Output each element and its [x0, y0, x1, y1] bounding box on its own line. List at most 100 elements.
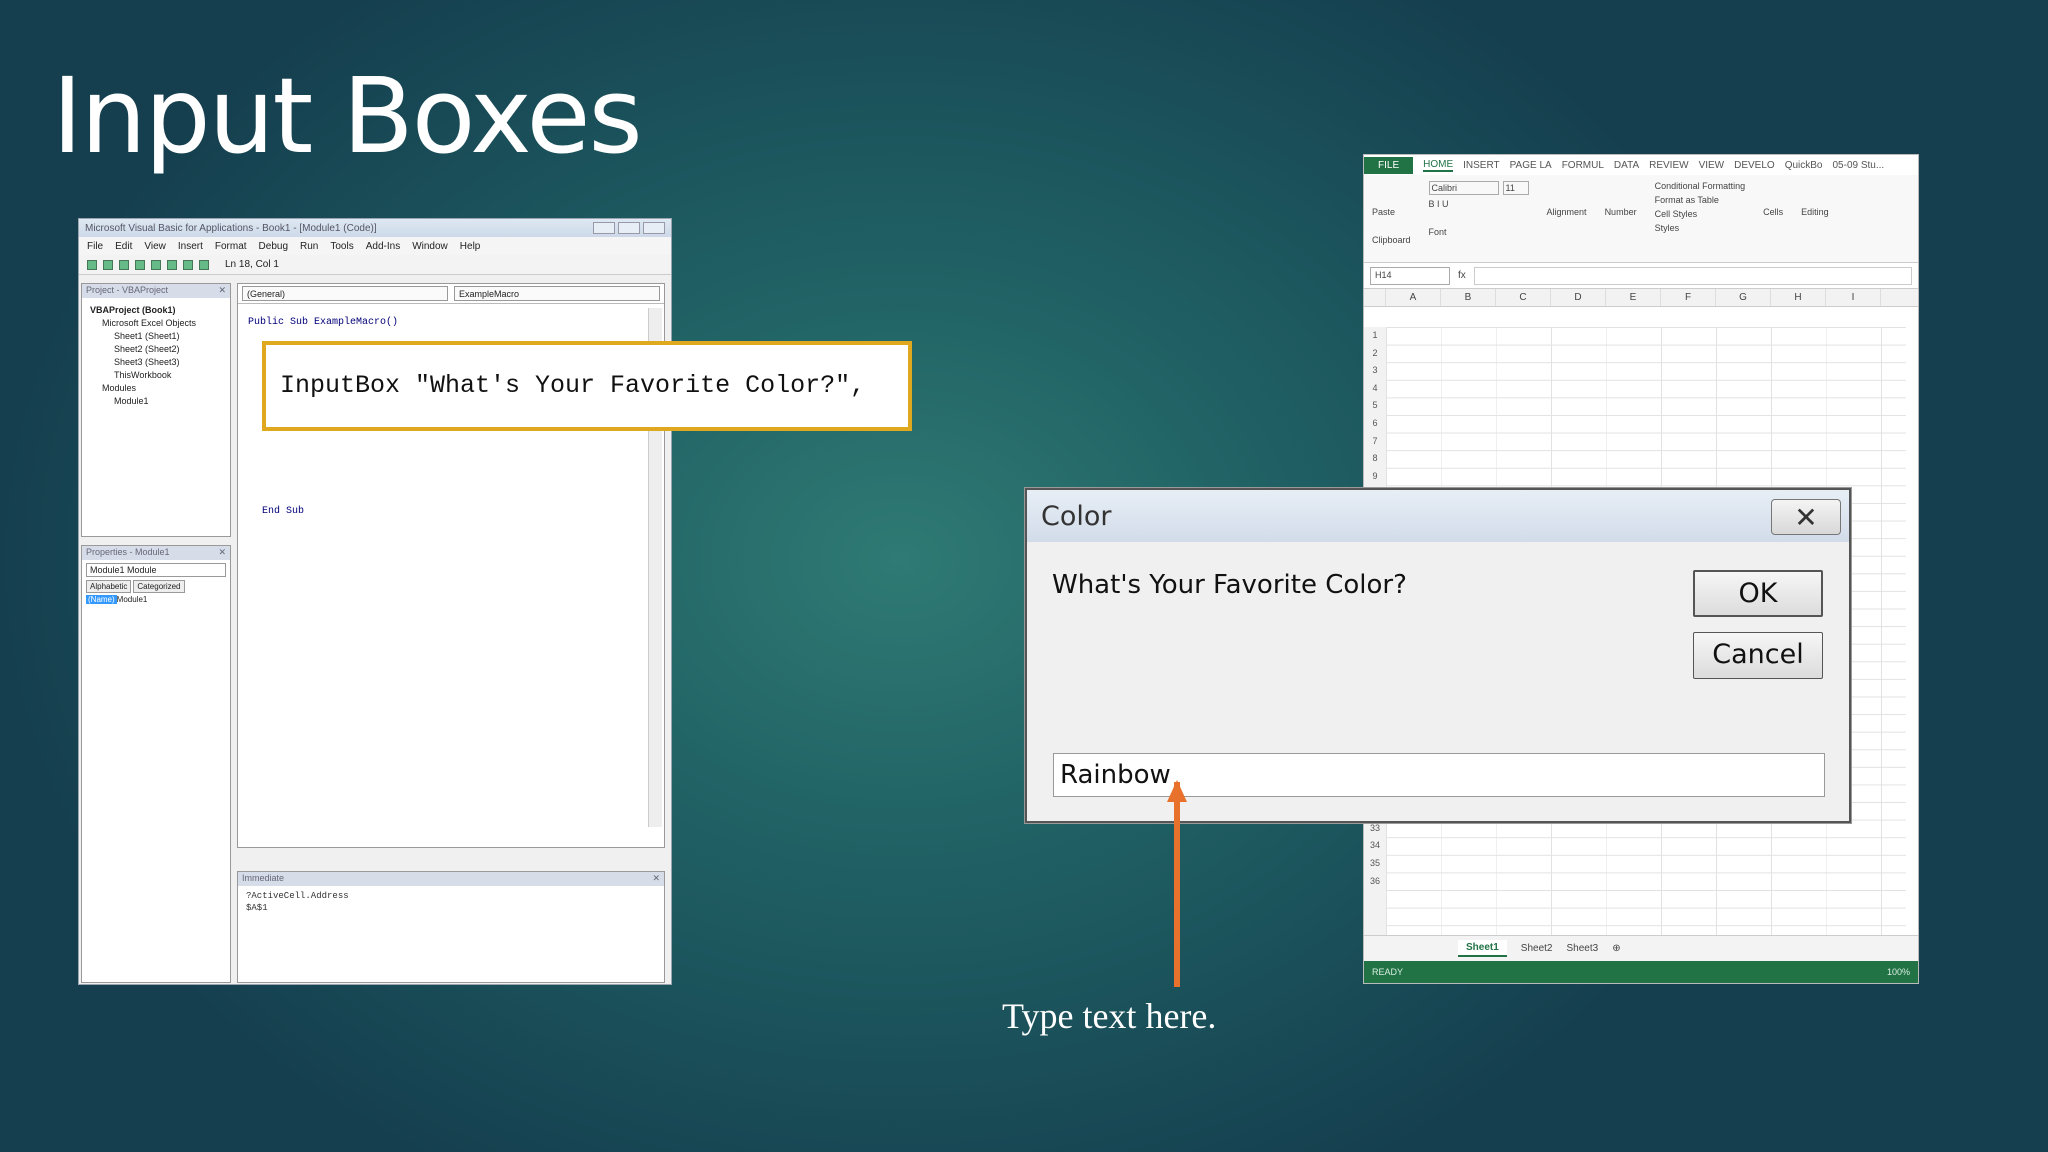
column-header[interactable]: G: [1716, 289, 1771, 306]
group-clipboard: Clipboard: [1372, 235, 1411, 245]
column-header[interactable]: B: [1441, 289, 1496, 306]
close-icon[interactable]: ✕: [218, 285, 226, 297]
tab-categorized[interactable]: Categorized: [133, 580, 185, 593]
zoom-level[interactable]: 100%: [1887, 967, 1910, 977]
excel-icon[interactable]: [87, 259, 97, 270]
menu-edit[interactable]: Edit: [115, 241, 132, 252]
undo-icon[interactable]: [135, 259, 145, 270]
column-header[interactable]: A: [1386, 289, 1441, 306]
row-header[interactable]: 8: [1364, 450, 1386, 468]
help-icon[interactable]: [199, 259, 209, 270]
tree-item[interactable]: Microsoft Excel Objects: [90, 317, 222, 330]
close-icon[interactable]: ✕: [218, 547, 226, 559]
name-box[interactable]: H14: [1370, 266, 1450, 285]
object-combo[interactable]: (General): [242, 286, 448, 301]
run-icon[interactable]: [151, 259, 161, 270]
menu-addins[interactable]: Add-Ins: [366, 241, 400, 252]
inputbox-dialog: Color ✕ What's Your Favorite Color? OK C…: [1025, 488, 1851, 823]
properties-object-select[interactable]: Module1 Module: [86, 563, 226, 577]
tab-review[interactable]: REVIEW: [1649, 160, 1688, 171]
tab-data[interactable]: DATA: [1614, 160, 1639, 171]
close-button[interactable]: ✕: [1771, 499, 1841, 535]
row-header[interactable]: 36: [1364, 873, 1386, 891]
tree-item[interactable]: Sheet1 (Sheet1): [90, 330, 222, 343]
sheet-tab-sheet1[interactable]: Sheet1: [1458, 940, 1507, 957]
group-number[interactable]: Number: [1605, 207, 1637, 217]
minimize-icon[interactable]: [593, 222, 615, 234]
insert-icon[interactable]: [103, 259, 113, 270]
bold-italic-underline[interactable]: B I U: [1429, 199, 1529, 209]
ok-button[interactable]: OK: [1693, 570, 1823, 617]
tab-formulas[interactable]: FORMUL: [1562, 160, 1604, 171]
row-header[interactable]: 5: [1364, 397, 1386, 415]
row-header[interactable]: 1: [1364, 327, 1386, 345]
reset-icon[interactable]: [183, 259, 193, 270]
cell-styles-button[interactable]: Cell Styles: [1655, 209, 1746, 219]
tree-item[interactable]: Sheet3 (Sheet3): [90, 356, 222, 369]
sheet-tabs: Sheet1 Sheet2 Sheet3 ⊕: [1364, 935, 1918, 961]
column-header[interactable]: H: [1771, 289, 1826, 306]
sheet-tab-sheet2[interactable]: Sheet2: [1521, 943, 1553, 954]
menu-file[interactable]: File: [87, 241, 103, 252]
tree-item[interactable]: Modules: [90, 382, 222, 395]
formula-input[interactable]: [1473, 266, 1912, 285]
column-header[interactable]: F: [1661, 289, 1716, 306]
row-header[interactable]: 6: [1364, 415, 1386, 433]
property-value[interactable]: Module1: [117, 595, 148, 604]
menu-view[interactable]: View: [144, 241, 166, 252]
format-as-table-button[interactable]: Format as Table: [1655, 195, 1746, 205]
tree-item[interactable]: ThisWorkbook: [90, 369, 222, 382]
close-icon[interactable]: ✕: [652, 873, 660, 885]
conditional-formatting-button[interactable]: Conditional Formatting: [1655, 181, 1746, 191]
row-header[interactable]: 3: [1364, 362, 1386, 380]
column-header[interactable]: E: [1606, 289, 1661, 306]
paste-button[interactable]: Paste: [1372, 207, 1411, 217]
tab-developer[interactable]: DEVELO: [1734, 160, 1775, 171]
tab-view[interactable]: VIEW: [1699, 160, 1725, 171]
project-pane-title: Project - VBAProject: [86, 285, 169, 295]
row-header[interactable]: 35: [1364, 855, 1386, 873]
menu-window[interactable]: Window: [412, 241, 448, 252]
row-header[interactable]: 9: [1364, 468, 1386, 486]
column-header[interactable]: C: [1496, 289, 1551, 306]
tab-insert[interactable]: INSERT: [1463, 160, 1500, 171]
tab-home[interactable]: HOME: [1423, 159, 1454, 172]
tree-item[interactable]: VBAProject (Book1): [90, 304, 222, 317]
font-name-box[interactable]: Calibri: [1428, 181, 1499, 195]
close-icon[interactable]: [643, 222, 665, 234]
tab-file[interactable]: FILE: [1364, 156, 1414, 174]
tab-page-layout[interactable]: PAGE LA: [1510, 160, 1552, 171]
tree-item[interactable]: Module1: [90, 395, 222, 408]
column-header[interactable]: D: [1551, 289, 1606, 306]
save-icon[interactable]: [119, 259, 129, 270]
tab-quickbooks[interactable]: QuickBo: [1785, 160, 1823, 171]
procedure-combo[interactable]: ExampleMacro: [454, 286, 660, 301]
column-header[interactable]: I: [1826, 289, 1881, 306]
row-header[interactable]: 2: [1364, 345, 1386, 363]
sheet-tab-sheet3[interactable]: Sheet3: [1567, 943, 1599, 954]
fx-icon[interactable]: fx: [1458, 270, 1466, 281]
menu-help[interactable]: Help: [460, 241, 481, 252]
property-name[interactable]: (Name): [86, 595, 117, 604]
group-alignment[interactable]: Alignment: [1547, 207, 1587, 217]
menu-insert[interactable]: Insert: [178, 241, 203, 252]
cancel-button[interactable]: Cancel: [1693, 632, 1823, 679]
tab-alphabetic[interactable]: Alphabetic: [86, 580, 132, 593]
row-header[interactable]: 4: [1364, 380, 1386, 398]
menu-tools[interactable]: Tools: [330, 241, 353, 252]
code-line: Public Sub ExampleMacro(): [248, 317, 399, 328]
font-size-box[interactable]: 11: [1502, 181, 1529, 195]
group-cells[interactable]: Cells: [1763, 207, 1783, 217]
menu-run[interactable]: Run: [300, 241, 318, 252]
row-header[interactable]: 7: [1364, 433, 1386, 451]
add-sheet-icon[interactable]: ⊕: [1612, 943, 1620, 954]
maximize-icon[interactable]: [618, 222, 640, 234]
immediate-window[interactable]: Immediate ✕ ?ActiveCell.Address $A$1: [237, 871, 665, 983]
group-editing[interactable]: Editing: [1801, 207, 1829, 217]
menu-format[interactable]: Format: [215, 241, 247, 252]
row-header[interactable]: 34: [1364, 837, 1386, 855]
menu-debug[interactable]: Debug: [259, 241, 288, 252]
tree-item[interactable]: Sheet2 (Sheet2): [90, 343, 222, 356]
break-icon[interactable]: [167, 259, 177, 270]
formula-bar: H14 fx: [1364, 263, 1918, 289]
